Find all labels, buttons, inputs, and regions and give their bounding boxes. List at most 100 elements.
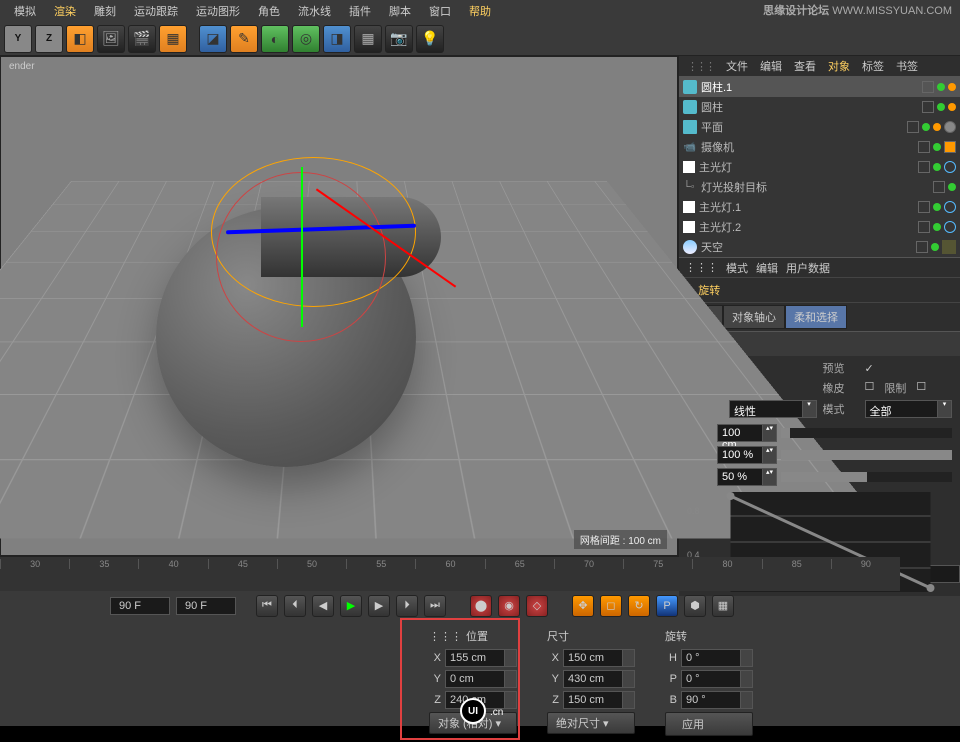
attr-tab-userdata[interactable]: 用户数据 xyxy=(786,260,830,276)
pla-key-btn[interactable]: ⬢ xyxy=(684,595,706,617)
play-btn[interactable]: ▶ xyxy=(340,595,362,617)
obj-row-cylinder[interactable]: 圆柱 xyxy=(679,97,960,117)
dd-mode[interactable]: 全部▾ xyxy=(865,400,953,418)
slider-radius[interactable] xyxy=(781,428,952,438)
input-strength[interactable]: 100 %▴▾ xyxy=(717,446,777,464)
obj-row-cylinder1[interactable]: 圆柱.1 xyxy=(679,77,960,97)
frame-a-input[interactable]: 90 F xyxy=(110,597,170,615)
light-obj-icon xyxy=(683,221,695,233)
size-x-input[interactable]: 150 cm xyxy=(563,649,635,667)
frame-b-input[interactable]: 90 F xyxy=(176,597,236,615)
autokey-btn[interactable]: ◉ xyxy=(498,595,520,617)
timeline-view-btn[interactable]: ▦ xyxy=(712,595,734,617)
chk-limit[interactable]: ☐ xyxy=(916,380,926,396)
obj-tab-file[interactable]: 文件 xyxy=(722,56,752,76)
coord-size-col: 尺寸 X150 cm Y430 cm Z150 cm 绝对尺寸 ▾ xyxy=(547,626,635,736)
menu-sim[interactable]: 模拟 xyxy=(6,0,44,22)
object-manager-list[interactable]: 圆柱.1 圆柱 平面 📹摄像机 主光灯 └◦灯光投射目标 主光灯.1 主光灯.2… xyxy=(679,77,960,257)
chk-preview[interactable]: ✓ xyxy=(865,362,953,375)
obj-tab-object[interactable]: 对象 xyxy=(824,56,854,76)
size-mode-dd[interactable]: 绝对尺寸 ▾ xyxy=(547,712,635,734)
slider-strength[interactable] xyxy=(781,450,952,460)
size-z-input[interactable]: 150 cm xyxy=(563,691,635,709)
rot-key-btn[interactable]: ↻ xyxy=(628,595,650,617)
axis-y-handle[interactable] xyxy=(301,167,303,327)
menu-script[interactable]: 脚本 xyxy=(381,0,419,22)
hdr-rotation: 旋转 xyxy=(665,628,687,644)
generator-icon[interactable]: ◎ xyxy=(292,25,320,53)
ui-cn-logo: UI xyxy=(460,698,486,724)
record-btn[interactable]: ⬤ xyxy=(470,595,492,617)
prev-frame-btn[interactable]: ◀ xyxy=(312,595,334,617)
menu-window[interactable]: 窗口 xyxy=(421,0,459,22)
obj-tab-tags[interactable]: 标签 xyxy=(858,56,888,76)
input-radius[interactable]: 100 cm▴▾ xyxy=(717,424,777,442)
obj-tab-edit[interactable]: 编辑 xyxy=(756,56,786,76)
viewport[interactable]: ender 网格间距 : 100 cm xyxy=(0,56,678,556)
lbl-preview: 预览 xyxy=(823,360,859,376)
pos-y-input[interactable]: 0 cm xyxy=(445,670,517,688)
size-y-input[interactable]: 430 cm xyxy=(563,670,635,688)
chk-rubber[interactable]: ☐ xyxy=(865,380,875,396)
attr-tab-mode[interactable]: 模式 xyxy=(726,260,748,276)
deformer-icon[interactable]: ◨ xyxy=(323,25,351,53)
next-key-btn[interactable]: ⏵ xyxy=(396,595,418,617)
menu-mograph[interactable]: 运动图形 xyxy=(188,0,248,22)
obj-row-light1[interactable]: 主光灯 xyxy=(679,157,960,177)
hud-grid-spacing: 网格间距 : 100 cm xyxy=(574,530,667,549)
timeline-ruler[interactable]: 30354045505560657075808590 xyxy=(0,557,900,591)
hdr-size: 尺寸 xyxy=(547,628,569,644)
menu-character[interactable]: 角色 xyxy=(250,0,288,22)
rot-b-input[interactable]: 90 ° xyxy=(681,691,753,709)
menu-plugins[interactable]: 插件 xyxy=(341,0,379,22)
camera-icon[interactable]: 📷 xyxy=(385,25,413,53)
pen-icon[interactable]: ✎ xyxy=(230,25,258,53)
scale-key-btn[interactable]: ◻ xyxy=(600,595,622,617)
pos-x-input[interactable]: 155 cm xyxy=(445,649,517,667)
obj-row-camera[interactable]: 📹摄像机 xyxy=(679,137,960,157)
apply-btn[interactable]: 应用 xyxy=(665,712,753,736)
menu-mocap[interactable]: 运动跟踪 xyxy=(126,0,186,22)
menu-help[interactable]: 帮助 xyxy=(461,0,499,22)
obj-row-light3[interactable]: 主光灯.2 xyxy=(679,217,960,237)
attr-tab-edit[interactable]: 编辑 xyxy=(756,260,778,276)
panel-grip-icon[interactable]: ⋮⋮⋮ xyxy=(683,58,718,75)
goto-start-btn[interactable]: ⏮ xyxy=(256,595,278,617)
subtab-objaxis[interactable]: 对象轴心 xyxy=(723,305,785,329)
axis-z-btn[interactable]: Z xyxy=(35,25,63,53)
menu-render[interactable]: 渲染 xyxy=(46,0,84,22)
input-width[interactable]: 50 %▴▾ xyxy=(717,468,777,486)
param-key-btn[interactable]: P xyxy=(656,595,678,617)
obj-tab-view[interactable]: 查看 xyxy=(790,56,820,76)
obj-row-lighttarget[interactable]: └◦灯光投射目标 xyxy=(679,177,960,197)
hdr-position: 位置 xyxy=(466,628,488,644)
environment-icon[interactable]: ▦ xyxy=(354,25,382,53)
goto-end-btn[interactable]: ⏭ xyxy=(424,595,446,617)
prim-cube-icon[interactable]: ◪ xyxy=(199,25,227,53)
rot-h-input[interactable]: 0 ° xyxy=(681,649,753,667)
axis-y-btn[interactable]: Y xyxy=(4,25,32,53)
image-icon[interactable]: 🖼 xyxy=(97,25,125,53)
nurbs-icon[interactable]: ◐ xyxy=(261,25,289,53)
slider-width[interactable] xyxy=(781,472,952,482)
menu-sculpt[interactable]: 雕刻 xyxy=(86,0,124,22)
obj-row-plane[interactable]: 平面 xyxy=(679,117,960,137)
obj-row-light2[interactable]: 主光灯.1 xyxy=(679,197,960,217)
rot-p-input[interactable]: 0 ° xyxy=(681,670,753,688)
light-icon[interactable]: 💡 xyxy=(416,25,444,53)
panel-grip-icon[interactable]: ⋮⋮⋮ xyxy=(685,261,718,274)
pos-key-btn[interactable]: ✥ xyxy=(572,595,594,617)
layer-icon[interactable] xyxy=(922,81,934,93)
null-obj-icon: └◦ xyxy=(683,181,697,193)
key-btn[interactable]: ◇ xyxy=(526,595,548,617)
cube-icon[interactable]: ◧ xyxy=(66,25,94,53)
menu-pipeline[interactable]: 流水线 xyxy=(290,0,339,22)
dd-falloff[interactable]: 线性▾ xyxy=(729,400,817,418)
subtab-softsel[interactable]: 柔和选择 xyxy=(785,305,847,329)
next-frame-btn[interactable]: ▶ xyxy=(368,595,390,617)
obj-row-sky[interactable]: 天空 xyxy=(679,237,960,257)
prev-key-btn[interactable]: ⏴ xyxy=(284,595,306,617)
obj-tab-bookmark[interactable]: 书签 xyxy=(892,56,922,76)
film-icon[interactable]: ▦ xyxy=(159,25,187,53)
clapper-icon[interactable]: 🎬 xyxy=(128,25,156,53)
